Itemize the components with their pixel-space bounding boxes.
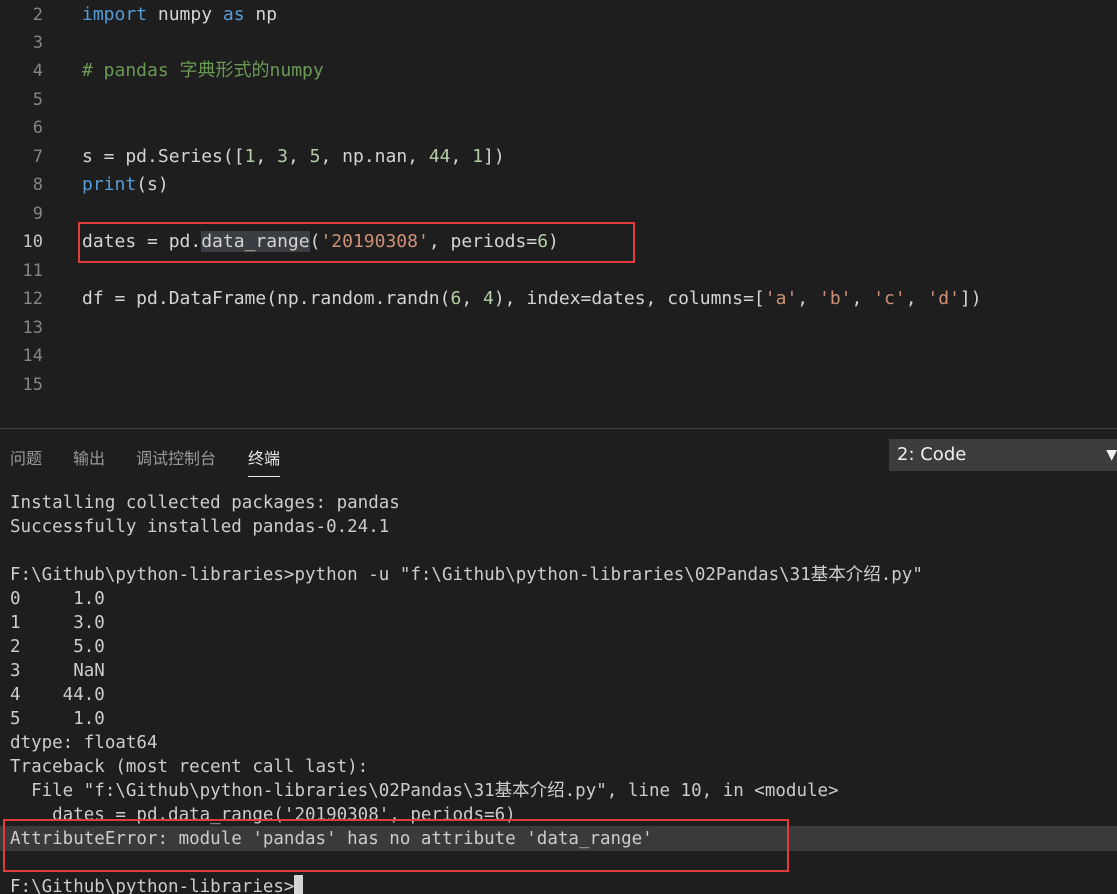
code-line[interactable]: 7 s = pd.Series([1, 3, 5, np.nan, 44, 1]…: [0, 143, 1117, 171]
code-token: 'c': [873, 288, 906, 309]
terminal-line: Successfully installed pandas-0.24.1: [10, 517, 390, 537]
code-token: ,: [797, 288, 819, 309]
terminal-line: Traceback (most recent call last):: [10, 757, 369, 777]
code-token: ]): [959, 288, 982, 309]
code-token: 'b': [818, 288, 852, 309]
line-number: 15: [22, 375, 43, 395]
code-line[interactable]: 5: [0, 86, 1117, 114]
code-text[interactable]: df = pd.DataFrame(np.random.randn(6, 4),…: [82, 285, 982, 313]
code-token: 4: [483, 288, 494, 309]
terminal-line: File "f:\Github\python-libraries\02Panda…: [10, 781, 839, 801]
code-token: ,: [255, 146, 278, 167]
line-number: 5: [32, 90, 43, 110]
line-number: 7: [32, 147, 43, 167]
code-token: 5: [309, 146, 321, 167]
code-token: (s): [136, 174, 169, 195]
code-token: as: [222, 4, 245, 25]
code-token: ), index=dates, columns=[: [493, 288, 765, 309]
terminal-line: 1 3.0: [10, 613, 105, 633]
code-token: np: [244, 4, 278, 25]
code-token: , np.nan,: [320, 146, 429, 167]
code-token: 6: [450, 288, 462, 309]
tab-problems[interactable]: 问题: [10, 445, 42, 469]
tab-output[interactable]: 输出: [73, 445, 105, 469]
code-token: print: [82, 174, 137, 195]
code-line[interactable]: 2 import numpy as np: [0, 1, 1117, 29]
code-line[interactable]: 15: [0, 371, 1117, 399]
line-number: 9: [32, 204, 43, 224]
code-line[interactable]: 6: [0, 114, 1117, 142]
terminal-line: dtype: float64: [10, 733, 158, 753]
code-token: ,: [287, 146, 310, 167]
code-token: import: [82, 4, 148, 25]
code-token: ,: [461, 288, 483, 309]
line-number: 2: [32, 5, 43, 25]
code-token: ]): [483, 146, 505, 167]
terminal-line: 3 NaN: [10, 661, 105, 681]
code-token: df = pd.DataFrame(np.random.randn(: [82, 288, 451, 309]
terminal-line: 4 44.0: [10, 685, 105, 705]
code-line[interactable]: 4 # pandas 字典形式的numpy: [0, 57, 1117, 85]
terminal-instance-label: 2: Code: [897, 444, 967, 465]
line-number: 10: [22, 232, 43, 252]
terminal-line: F:\Github\python-libraries>python -u "f:…: [10, 565, 923, 585]
code-line[interactable]: 13: [0, 314, 1117, 342]
line-number: 3: [32, 33, 43, 53]
code-token: ,: [851, 288, 874, 309]
code-token: numpy: [147, 4, 223, 25]
tab-debug-console[interactable]: 调试控制台: [136, 445, 216, 469]
code-text[interactable]: import numpy as np: [82, 1, 277, 29]
code-text[interactable]: print(s): [82, 171, 169, 199]
terminal-line: 0 1.0: [10, 589, 105, 609]
line-number: 13: [22, 318, 43, 338]
code-token: ,: [450, 146, 473, 167]
code-token: 'a': [764, 288, 798, 309]
code-token: 1: [244, 146, 256, 167]
terminal-line: Installing collected packages: pandas: [10, 493, 400, 513]
code-editor[interactable]: 2 import numpy as np 3 4 # pandas 字典形式的n…: [0, 0, 1117, 428]
line-number: 8: [32, 175, 43, 195]
chevron-down-icon[interactable]: ▼: [1106, 439, 1117, 471]
terminal-instance-select[interactable]: 2: Code ▼: [889, 439, 1117, 471]
code-token: 3: [277, 146, 288, 167]
code-line[interactable]: 8 print(s): [0, 171, 1117, 199]
line-number: 12: [22, 289, 43, 309]
terminal-line: 5 1.0: [10, 709, 105, 729]
terminal-prompt: F:\Github\python-libraries>: [10, 877, 295, 894]
code-token: 1: [472, 146, 484, 167]
code-text[interactable]: s = pd.Series([1, 3, 5, np.nan, 44, 1]): [82, 143, 505, 171]
line-number: 4: [32, 61, 43, 81]
code-line[interactable]: 3: [0, 29, 1117, 57]
terminal-cursor: [294, 875, 304, 894]
code-line[interactable]: 12 df = pd.DataFrame(np.random.randn(6, …: [0, 285, 1117, 313]
code-token: 'd': [927, 288, 960, 309]
code-line[interactable]: 14: [0, 342, 1117, 370]
code-token: 44: [428, 146, 451, 167]
code-token: ,: [905, 288, 928, 309]
code-token: s = pd.Series([: [82, 146, 245, 167]
tab-terminal[interactable]: 终端: [248, 445, 281, 477]
line-number: 11: [22, 261, 43, 281]
line-number: 14: [22, 346, 43, 366]
terminal-line: 2 5.0: [10, 637, 105, 657]
terminal-prompt-line[interactable]: F:\Github\python-libraries>: [10, 875, 304, 894]
line-number: 6: [32, 118, 43, 138]
annotation-error-box: [3, 819, 789, 872]
annotation-highlight-box: [78, 222, 635, 263]
code-comment[interactable]: # pandas 字典形式的numpy: [82, 57, 324, 85]
